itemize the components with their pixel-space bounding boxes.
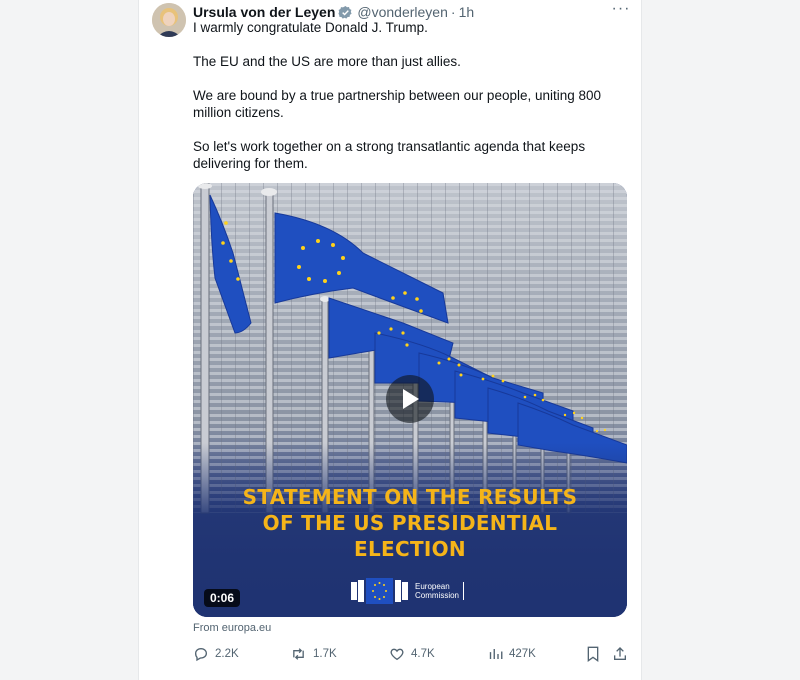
- view-count: 427K: [509, 648, 536, 660]
- bookmark-icon: [587, 646, 599, 662]
- bookmark-button[interactable]: [586, 644, 600, 664]
- video-duration: 0:06: [204, 589, 241, 607]
- repost-count: 1.7K: [313, 648, 337, 660]
- separator-dot: ·: [450, 4, 456, 20]
- headline-line: OF THE US PRESIDENTIAL: [262, 511, 558, 535]
- timestamp[interactable]: 1h: [459, 4, 475, 20]
- analytics-icon: [489, 649, 503, 659]
- share-button[interactable]: [612, 644, 628, 664]
- source-link[interactable]: From europa.eu: [193, 622, 271, 634]
- video-player[interactable]: STATEMENT ON THE RESULTS OF THE US PRESI…: [193, 183, 627, 617]
- tweet-paragraph: We are bound by a true partnership betwe…: [193, 88, 602, 120]
- more-options-icon[interactable]: ···: [610, 1, 632, 20]
- author-name[interactable]: Ursula von der Leyen: [193, 4, 335, 20]
- tweet-paragraph: The EU and the US are more than just all…: [193, 54, 461, 69]
- tweet-text: I warmly congratulate Donald J. Trump. T…: [193, 19, 613, 189]
- play-button-icon[interactable]: [386, 375, 434, 423]
- repost-icon: [293, 648, 304, 660]
- headline-line: ELECTION: [354, 537, 466, 561]
- video-headline: STATEMENT ON THE RESULTS OF THE US PRESI…: [193, 484, 627, 562]
- repost-button[interactable]: 1.7K: [290, 644, 337, 664]
- share-icon: [614, 647, 626, 660]
- ec-logo-line: Commission: [415, 591, 460, 600]
- ec-building-icon: [351, 578, 408, 604]
- heart-icon: [390, 648, 404, 661]
- verified-badge-icon[interactable]: [338, 5, 353, 20]
- headline-line: STATEMENT ON THE RESULTS: [242, 485, 578, 509]
- ec-logo-text: European Commission: [415, 582, 465, 600]
- reply-icon: [194, 647, 208, 662]
- reply-button[interactable]: 2.2K: [193, 644, 239, 664]
- like-button[interactable]: 4.7K: [389, 644, 435, 664]
- avatar[interactable]: [152, 3, 186, 37]
- reply-count: 2.2K: [215, 648, 239, 660]
- views-button[interactable]: 427K: [488, 644, 536, 664]
- tweet-paragraph: I warmly congratulate Donald J. Trump.: [193, 20, 428, 35]
- like-count: 4.7K: [411, 648, 435, 660]
- european-commission-logo: European Commission: [351, 576, 465, 606]
- author-handle[interactable]: @vonderleyen: [357, 4, 448, 20]
- tweet-paragraph: So let's work together on a strong trans…: [193, 139, 586, 171]
- ec-logo-line: European: [415, 582, 450, 591]
